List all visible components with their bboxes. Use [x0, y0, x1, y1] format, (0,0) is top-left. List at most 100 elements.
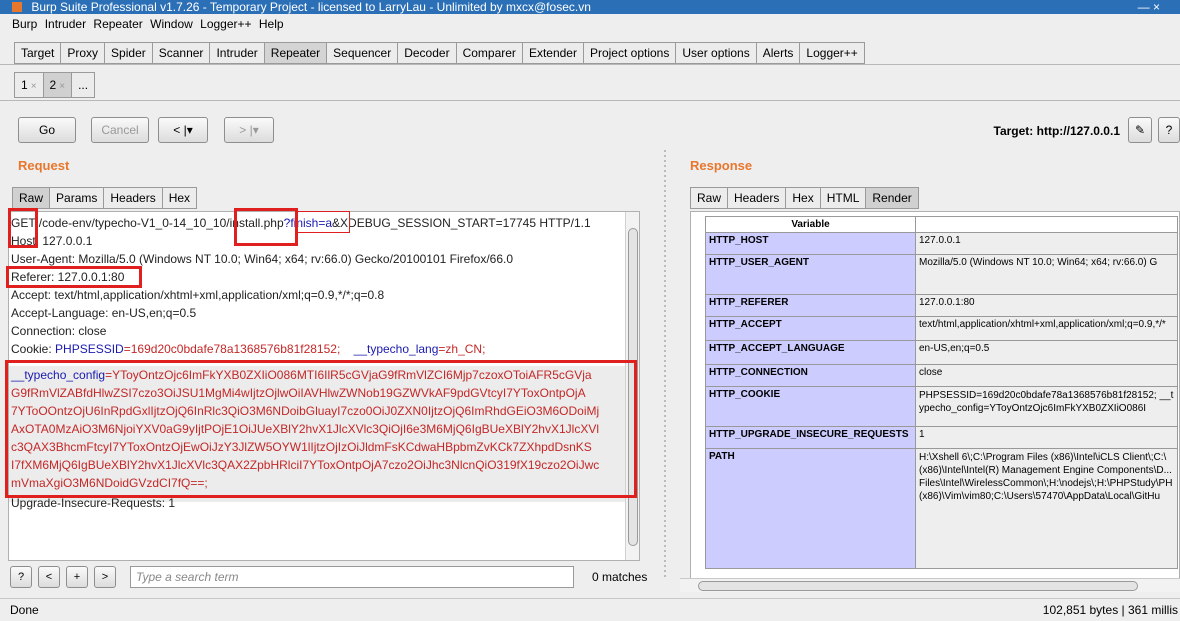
menu-burp[interactable]: Burp [0, 14, 37, 34]
close-icon[interactable]: × [59, 81, 65, 92]
variable-value: text/html,application/xhtml+xml,applicat… [915, 316, 1178, 341]
tab-spider[interactable]: Spider [104, 42, 152, 64]
tab-logger[interactable]: Logger++ [799, 42, 865, 64]
repeater-tab[interactable]: 1 × [14, 72, 43, 98]
edit-target-icon[interactable]: ✎ [1128, 117, 1152, 143]
variable-value: PHPSESSID=169d20c0bdafe78a1368576b81f281… [919, 390, 1174, 414]
response-hscrollbar[interactable] [680, 578, 1180, 592]
search-next-button[interactable]: > [94, 566, 116, 588]
search-add-button[interactable]: + [66, 566, 88, 588]
table-row: HTTP_UPGRADE_INSECURE_REQUESTS 1 [705, 426, 1178, 449]
search-prev-button[interactable]: < [38, 566, 60, 588]
menu-repeater[interactable]: Repeater [89, 14, 142, 34]
request-tab-bar: Raw Params Headers Hex [12, 187, 198, 209]
repeater-tab[interactable]: 2 × [42, 72, 72, 98]
annotation-box-payload [5, 360, 637, 498]
scrollbar-thumb[interactable] [698, 581, 1138, 591]
variable-name: HTTP_COOKIE [705, 386, 916, 427]
status-bar: Done 102,851 bytes | 361 millis [0, 598, 1180, 621]
cookie-value: =zh_CN; [438, 342, 486, 356]
back-button[interactable]: < |▾ [158, 117, 208, 143]
request-tab-raw[interactable]: Raw [12, 187, 50, 209]
divider [0, 100, 1180, 101]
menu-bar: Burp Intruder Repeater Window Logger++ H… [0, 14, 1180, 36]
variable-name: HTTP_ACCEPT [705, 316, 916, 341]
header-accept-language: Accept-Language: en-US,en;q=0.5 [11, 306, 197, 320]
cookie-label: Cookie: [11, 342, 56, 356]
search-input[interactable]: Type a search term [130, 566, 574, 588]
cookie-name: __typecho_lang [353, 342, 439, 356]
new-tab-button[interactable]: ... [71, 72, 96, 98]
variable-value: en-US,en;q=0.5 [915, 340, 1178, 365]
cookie-value: =169d20c0bdafe78a1368576b81f28152; [123, 342, 341, 356]
tab-proxy[interactable]: Proxy [60, 42, 105, 64]
header-connection: Connection: close [11, 324, 107, 338]
response-tab-render[interactable]: Render [865, 187, 919, 209]
tab-decoder[interactable]: Decoder [397, 42, 456, 64]
request-tab-headers[interactable]: Headers [103, 187, 162, 209]
request-tab-hex[interactable]: Hex [161, 187, 198, 209]
tab-scanner[interactable]: Scanner [151, 42, 210, 64]
variable-name: HTTP_CONNECTION [705, 364, 916, 387]
go-button[interactable]: Go [18, 117, 76, 143]
menu-intruder[interactable]: Intruder [41, 14, 86, 34]
search-bar: ? < + > [10, 566, 122, 588]
variable-value: 127.0.0.1 [915, 232, 1178, 255]
variable-name: HTTP_REFERER [705, 294, 916, 317]
close-icon[interactable]: × [31, 81, 37, 92]
repeater-tab-bar: 1 × 2 × ... [14, 72, 96, 98]
repeater-tab-label: 1 [21, 78, 28, 92]
window-titlebar: Burp Suite Professional v1.7.26 - Tempor… [0, 0, 1180, 14]
column-header: Variable [705, 216, 916, 233]
response-tab-bar: Raw Headers Hex HTML Render [690, 187, 919, 209]
forward-button[interactable]: > |▾ [224, 117, 274, 143]
menu-window[interactable]: Window [146, 14, 193, 34]
table-row: HTTP_ACCEPT_LANGUAGE en-US,en;q=0.5 [705, 340, 1178, 365]
repeater-tab-label: 2 [49, 78, 57, 92]
response-tab-hex[interactable]: Hex [785, 187, 820, 209]
header-cookie: Cookie: PHPSESSID=169d20c0bdafe78a136857… [11, 340, 485, 358]
table-header-row: Variable [705, 216, 1178, 233]
tab-target[interactable]: Target [14, 42, 61, 64]
burp-logo-icon [12, 2, 22, 12]
response-tab-html[interactable]: HTML [819, 187, 866, 209]
tab-comparer[interactable]: Comparer [455, 42, 522, 64]
annotation-box-referer [6, 266, 142, 288]
variable-name: HTTP_HOST [705, 232, 916, 255]
help-icon[interactable]: ? [1158, 117, 1180, 143]
search-matches: 0 matches [592, 570, 648, 584]
cancel-button[interactable]: Cancel [91, 117, 149, 143]
request-title: Request [18, 158, 70, 173]
variable-value-cell: H:\Xshell 6\;C:\Program Files (x86)\Inte… [915, 448, 1178, 569]
tab-intruder[interactable]: Intruder [209, 42, 264, 64]
pane-splitter[interactable] [664, 150, 666, 580]
status-text: Done [10, 603, 39, 617]
variable-name: PATH [705, 448, 916, 569]
menu-logger[interactable]: Logger++ [196, 14, 251, 34]
table-row: HTTP_ACCEPT text/html,application/xhtml+x… [705, 316, 1178, 341]
target-label: Target: http://127.0.0.1 [993, 124, 1120, 138]
variable-value: Mozilla/5.0 (Windows NT 10.0; Win64; x64… [915, 254, 1178, 295]
menu-help[interactable]: Help [255, 14, 284, 34]
tab-extender[interactable]: Extender [521, 42, 583, 64]
tab-repeater[interactable]: Repeater [263, 42, 327, 64]
variable-name: HTTP_ACCEPT_LANGUAGE [705, 340, 916, 365]
request-tab-params[interactable]: Params [49, 187, 104, 209]
tab-alerts[interactable]: Alerts [755, 42, 800, 64]
annotation-box-finish [296, 211, 350, 233]
variable-value: 127.0.0.1:80 [915, 294, 1178, 317]
divider [0, 64, 1180, 65]
cookie-name: PHPSESSID [55, 342, 124, 356]
request-line-rest: &XDEBUG_SESSION_START=17745 HTTP/1.1 [332, 216, 591, 230]
annotation-box-get [8, 208, 38, 248]
tab-sequencer[interactable]: Sequencer [326, 42, 398, 64]
variable-value: close [915, 364, 1178, 387]
annotation-box-install [234, 208, 298, 246]
response-tab-headers[interactable]: Headers [727, 187, 786, 209]
window-controls[interactable]: — × [1138, 0, 1160, 14]
tab-user-options[interactable]: User options [675, 42, 756, 64]
search-help-icon[interactable]: ? [10, 566, 32, 588]
response-tab-raw[interactable]: Raw [690, 187, 728, 209]
tab-project-options[interactable]: Project options [582, 42, 676, 64]
response-render-pane[interactable]: Variable HTTP_HOST 127.0.0.1 HTTP_USER_AG… [690, 211, 1180, 591]
